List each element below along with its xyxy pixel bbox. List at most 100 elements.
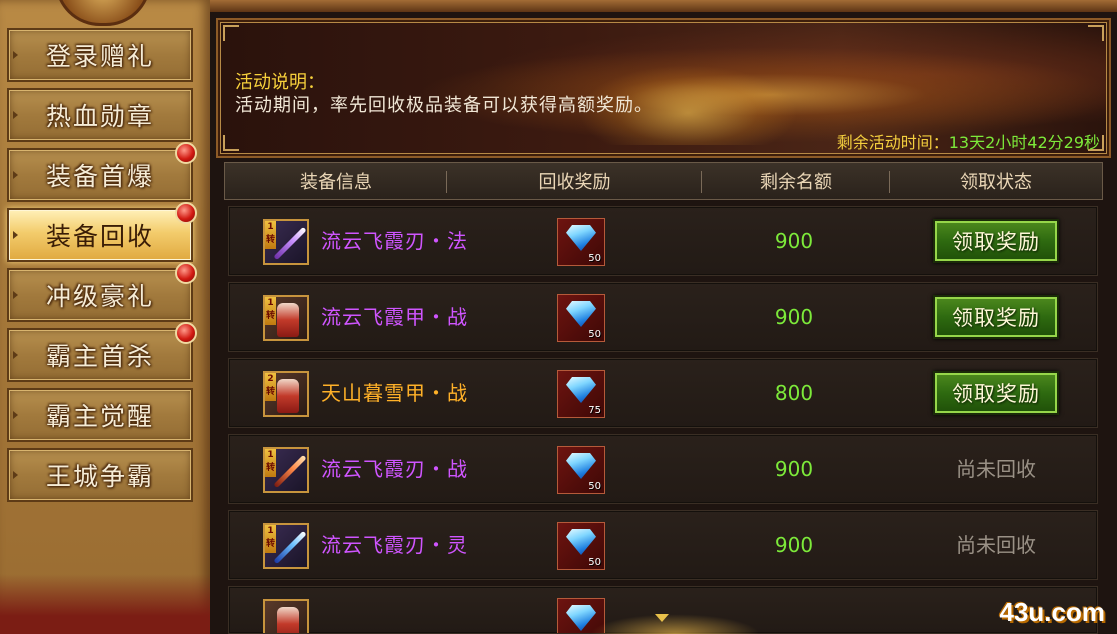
event-banner: 活动说明： 活动期间，率先回收极品装备可以获得高额奖励。 剩余活动时间：13天2… [216, 18, 1111, 158]
sidebar-item-medal[interactable]: 热血勋章 [7, 88, 193, 142]
sidebar: 登录赠礼 热血勋章 装备首爆 装备回收 冲级豪礼 霸主首杀 霸主觉醒 王城争霸 [0, 0, 213, 634]
sidebar-item-level-gift[interactable]: 冲级豪礼 [7, 262, 197, 322]
claim-reward-button[interactable]: 领取奖励 [933, 295, 1059, 339]
notification-badge-icon [175, 262, 197, 284]
corner-ornament-icon [1088, 25, 1104, 41]
arrow-icon [13, 111, 18, 119]
remaining-count: 900 [774, 305, 814, 329]
sidebar-item-label: 装备首爆 [45, 162, 154, 191]
claim-reward-button[interactable]: 领取奖励 [933, 219, 1059, 263]
timer-label: 剩余活动时间： [836, 133, 949, 152]
arrow-icon [13, 351, 18, 359]
column-header-remaining: 剩余名额 [702, 163, 890, 199]
armor-icon[interactable]: 2转 [263, 371, 309, 417]
sidebar-item-label: 王城争霸 [45, 462, 154, 491]
sidebar-item-first-drop[interactable]: 装备首爆 [7, 142, 197, 202]
reward-item[interactable]: 75 [557, 370, 605, 418]
diamond-icon [566, 377, 596, 403]
arrow-icon [13, 231, 18, 239]
remaining-count: 900 [774, 533, 814, 557]
claim-reward-button[interactable]: 领取奖励 [933, 371, 1059, 415]
status-not-recycled: 尚未回收 [956, 457, 1036, 481]
table-row: 1转 流云飞霞刃・灵 50 900 尚未回收 [228, 510, 1098, 580]
item-name: 流云飞霞刃・法 [321, 229, 468, 253]
arrow-icon [13, 171, 18, 179]
armor-shape [277, 379, 299, 413]
armor-shape [277, 303, 299, 337]
rank-tag: 1转 [265, 297, 276, 325]
sidebar-item-boss-first-kill[interactable]: 霸主首杀 [7, 322, 197, 382]
site-watermark: 43u.com [999, 597, 1106, 627]
armor-icon[interactable] [263, 599, 309, 633]
table-row: 2转 天山暮雪甲・战 75 800 领取奖励 [228, 358, 1098, 428]
emblem-icon [55, 0, 151, 26]
sidebar-item-boss-awaken[interactable]: 霸主觉醒 [7, 388, 193, 442]
item-name: 流云飞霞甲・战 [321, 305, 468, 329]
rank-tag: 1转 [265, 221, 276, 249]
rank-tag: 1转 [265, 449, 276, 477]
main-panel: 活动说明： 活动期间，率先回收极品装备可以获得高额奖励。 剩余活动时间：13天2… [210, 0, 1117, 634]
column-header-equipment: 装备信息 [225, 163, 447, 199]
sidebar-item-label: 冲级豪礼 [45, 282, 154, 311]
sidebar-item-label: 装备回收 [45, 222, 154, 251]
scroll-down-icon[interactable] [655, 614, 669, 622]
reward-item[interactable]: 50 [557, 446, 605, 494]
corner-ornament-icon [223, 25, 239, 41]
purple-sword-icon[interactable]: 1转 [263, 219, 309, 265]
table-row: 1转 流云飞霞刃・战 50 900 尚未回收 [228, 434, 1098, 504]
reward-quantity: 75 [588, 405, 601, 416]
table-row: 1转 流云飞霞刃・法 50 900 领取奖励 [228, 206, 1098, 276]
reward-item[interactable]: 50 [557, 218, 605, 266]
reward-quantity: 50 [588, 253, 601, 264]
blade-shape [273, 226, 307, 261]
timer-value: 13天2小时42分29秒 [948, 133, 1100, 152]
notification-badge-icon [175, 202, 197, 224]
sidebar-item-label: 霸主觉醒 [45, 402, 154, 431]
sidebar-item-label: 霸主首杀 [45, 342, 154, 371]
armor-icon[interactable]: 1转 [263, 295, 309, 341]
countdown-timer: 剩余活动时间：13天2小时42分29秒 [837, 129, 1100, 153]
rank-tag: 2转 [265, 373, 276, 401]
notification-badge-icon [175, 322, 197, 344]
remaining-count: 900 [774, 229, 814, 253]
arrow-icon [13, 51, 18, 59]
table-header: 装备信息 回收奖励 剩余名额 领取状态 [224, 162, 1103, 200]
column-header-reward: 回收奖励 [447, 163, 702, 199]
blade-shape [273, 530, 307, 565]
event-description: 活动期间，率先回收极品装备可以获得高额奖励。 [235, 95, 653, 116]
diamond-icon [566, 301, 596, 327]
table-row: 1转 流云飞霞甲・战 50 900 领取奖励 [228, 282, 1098, 352]
blade-shape [273, 454, 307, 489]
notification-badge-icon [175, 142, 197, 164]
sidebar-item-recycle[interactable]: 装备回收 [7, 202, 197, 262]
sidebar-item-castle-war[interactable]: 王城争霸 [7, 448, 193, 502]
column-header-status: 领取状态 [960, 172, 1032, 193]
item-name: 流云飞霞刃・灵 [321, 533, 468, 557]
arrow-icon [13, 471, 18, 479]
diamond-icon [566, 225, 596, 251]
arrow-icon [13, 411, 18, 419]
frame-border [210, 0, 1117, 12]
reward-item[interactable]: 50 [557, 294, 605, 342]
blue-sword-icon[interactable]: 1转 [263, 523, 309, 569]
item-name: 天山暮雪甲・战 [321, 381, 468, 405]
reward-quantity: 50 [588, 557, 601, 568]
item-name: 流云飞霞刃・战 [321, 457, 468, 481]
arrow-icon [13, 291, 18, 299]
reward-item[interactable]: 50 [557, 522, 605, 570]
diamond-icon [566, 453, 596, 479]
reward-quantity: 50 [588, 329, 601, 340]
red-sword-icon[interactable]: 1转 [263, 447, 309, 493]
reward-quantity: 50 [588, 481, 601, 492]
diamond-icon [566, 529, 596, 555]
corner-ornament-icon [223, 135, 239, 151]
sidebar-item-login-gift[interactable]: 登录赠礼 [7, 28, 193, 82]
sidebar-item-label: 热血勋章 [45, 102, 154, 131]
status-not-recycled: 尚未回收 [956, 533, 1036, 557]
scroll-glow [590, 614, 760, 634]
sidebar-footer-decoration [0, 574, 210, 634]
remaining-count: 900 [774, 457, 814, 481]
remaining-count: 800 [774, 381, 814, 405]
sidebar-item-label: 登录赠礼 [45, 42, 154, 71]
armor-shape [277, 607, 299, 633]
